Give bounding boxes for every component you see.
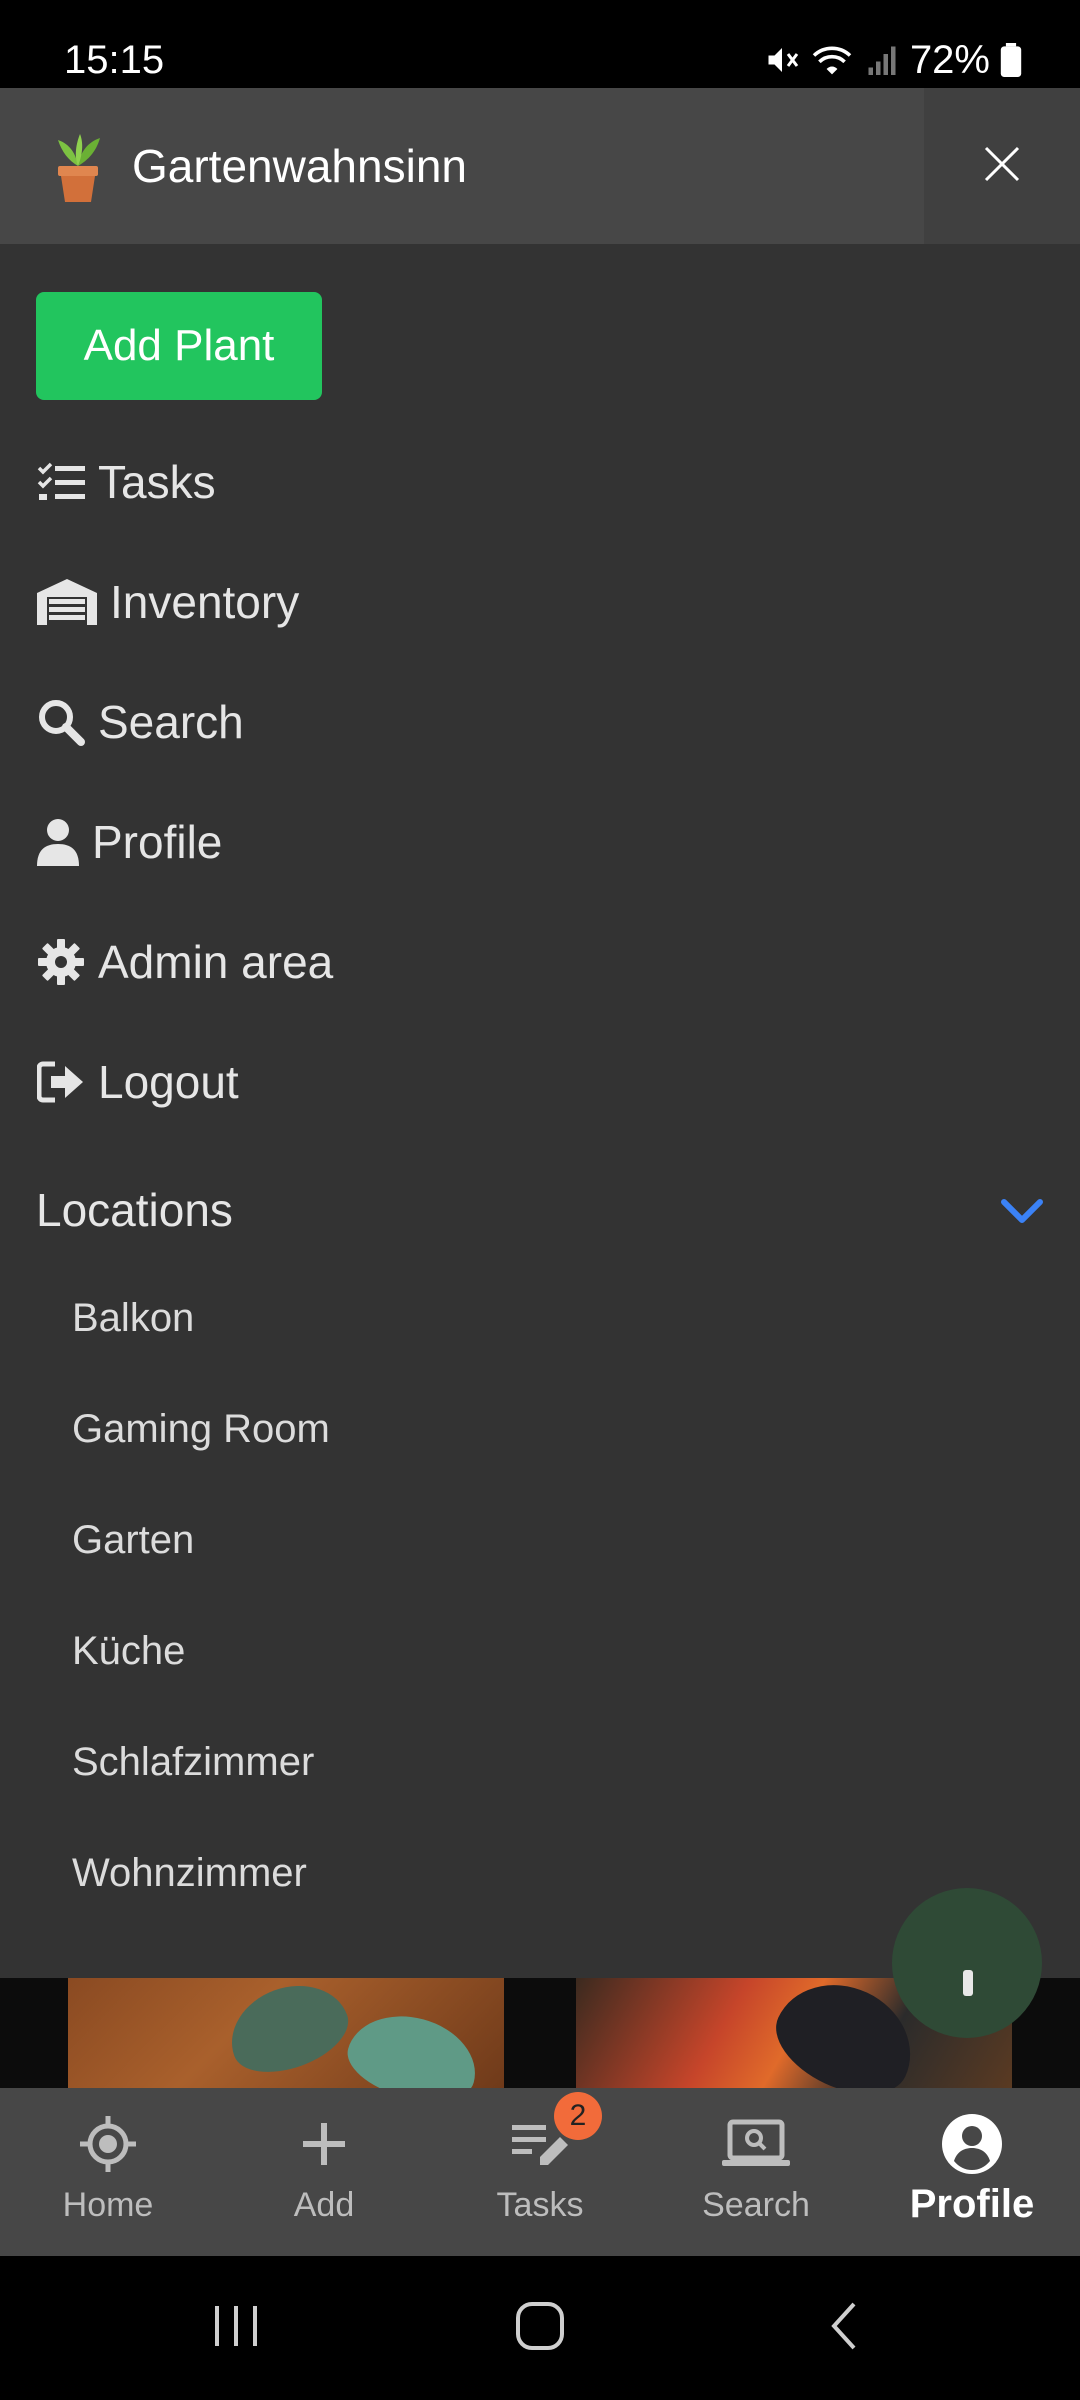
menu-item-logout[interactable]: Logout xyxy=(36,1042,239,1122)
user-icon xyxy=(36,817,80,867)
menu-item-label: Inventory xyxy=(110,576,300,628)
location-item[interactable]: Wohnzimmer xyxy=(72,1838,307,1908)
nav-home[interactable]: Home xyxy=(0,2088,216,2256)
potted-plant-icon xyxy=(48,126,108,206)
nav-label: Tasks xyxy=(496,2186,584,2224)
signal-icon xyxy=(864,42,900,78)
account-circle-icon xyxy=(941,2112,1003,2176)
status-icons: 72% xyxy=(764,34,1022,86)
menu-item-label: Logout xyxy=(98,1056,239,1108)
menu-item-profile[interactable]: Profile xyxy=(36,802,222,882)
menu-item-label: Tasks xyxy=(98,456,216,508)
laptop-search-icon xyxy=(720,2112,792,2176)
location-item[interactable]: Schlafzimmer xyxy=(72,1727,314,1797)
wifi-icon xyxy=(810,42,854,78)
nav-search[interactable]: Search xyxy=(648,2088,864,2256)
back-button[interactable] xyxy=(794,2292,894,2364)
status-bar: 15:15 72% xyxy=(0,0,1080,88)
drawer-title: Gartenwahnsinn xyxy=(132,140,467,192)
location-item[interactable]: Küche xyxy=(72,1616,185,1686)
search-icon xyxy=(36,697,86,747)
location-item[interactable]: Balkon xyxy=(72,1283,194,1353)
menu-item-label: Admin area xyxy=(98,936,334,988)
recents-button[interactable] xyxy=(186,2292,286,2364)
plus-icon xyxy=(299,2112,349,2176)
bottom-navigation: Home Add 2 Tasks Search Profile xyxy=(0,2088,1080,2256)
location-item[interactable]: Gaming Room xyxy=(72,1394,330,1464)
chevron-down-icon xyxy=(1000,1183,1044,1237)
fab-icon xyxy=(963,1970,973,1996)
menu-item-label: Search xyxy=(98,696,244,748)
menu-item-label: Profile xyxy=(92,816,223,868)
home-button[interactable] xyxy=(490,2292,590,2364)
close-icon xyxy=(982,144,1022,189)
crosshair-icon xyxy=(78,2112,138,2176)
menu-item-tasks[interactable]: Tasks xyxy=(36,442,216,522)
recents-icon xyxy=(211,2302,261,2355)
nav-label: Search xyxy=(702,2186,810,2224)
nav-profile[interactable]: Profile xyxy=(864,2088,1080,2256)
nav-label: Add xyxy=(293,2186,355,2224)
tasks-badge: 2 xyxy=(554,2092,602,2140)
menu-item-admin-area[interactable]: Admin area xyxy=(36,922,333,1002)
nav-label: Profile xyxy=(909,2182,1035,2226)
nav-add[interactable]: Add xyxy=(216,2088,432,2256)
warehouse-icon xyxy=(36,577,98,627)
close-button[interactable] xyxy=(924,88,1080,244)
floating-action-button[interactable] xyxy=(892,1888,1042,2038)
mute-icon xyxy=(764,42,800,78)
task-list-icon xyxy=(36,457,86,507)
gear-icon xyxy=(36,937,86,987)
menu-item-inventory[interactable]: Inventory xyxy=(36,562,299,642)
system-navigation-bar xyxy=(0,2256,1080,2400)
logout-icon xyxy=(36,1057,86,1107)
locations-toggle[interactable]: Locations xyxy=(36,1170,1044,1250)
menu-item-search[interactable]: Search xyxy=(36,682,244,762)
nav-label: Home xyxy=(62,2186,154,2224)
home-circle-icon xyxy=(514,2300,566,2357)
status-time: 15:15 xyxy=(64,38,165,82)
navigation-drawer: Gartenwahnsinn Add Plant Tasks Inventory… xyxy=(0,88,1080,1978)
battery-icon xyxy=(1000,43,1022,77)
battery-text: 72% xyxy=(909,37,990,82)
plant-photo[interactable] xyxy=(68,1978,504,2088)
drawer-header: Gartenwahnsinn xyxy=(0,88,1080,244)
nav-tasks[interactable]: 2 Tasks xyxy=(432,2088,648,2256)
locations-label: Locations xyxy=(36,1184,233,1236)
location-item[interactable]: Garten xyxy=(72,1505,194,1575)
back-icon xyxy=(826,2300,862,2357)
add-plant-button[interactable]: Add Plant xyxy=(36,292,322,400)
